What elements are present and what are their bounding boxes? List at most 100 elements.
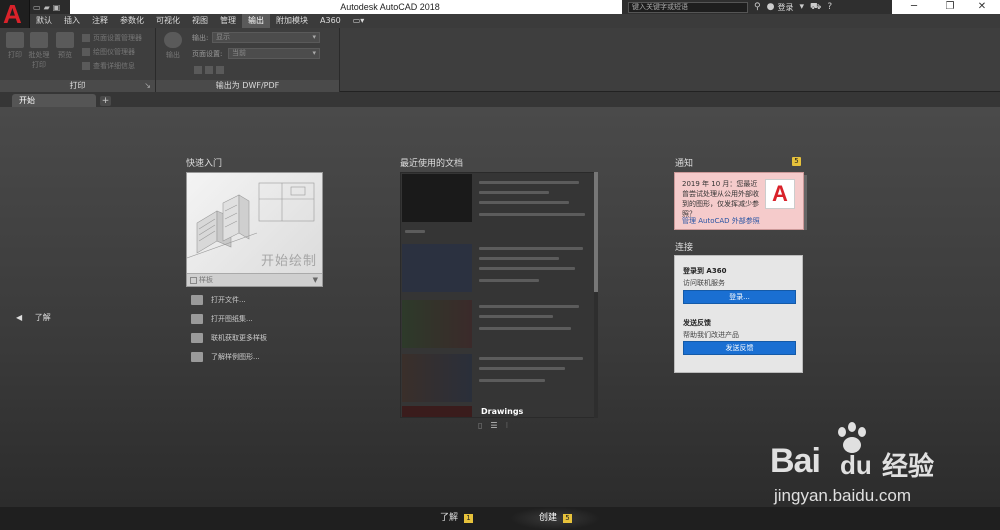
scrollbar-thumb[interactable]: [594, 172, 598, 292]
bottom-tab-learn[interactable]: 了解 1: [440, 507, 474, 530]
export-panel: 输出 输出: 显示 ▾ 页面设置: 当前 ▾ 输出为 DWF/PDF: [156, 28, 340, 92]
tab-insert[interactable]: 插入: [58, 14, 86, 28]
recent-thumbnail: [402, 406, 472, 417]
autocad-logo-icon: A: [765, 179, 795, 209]
tab-default[interactable]: 默认: [30, 14, 58, 28]
plotter-manager-button[interactable]: 绘图仪管理器: [82, 47, 135, 57]
tab-view[interactable]: 视图: [186, 14, 214, 28]
login-button[interactable]: 登录: [777, 2, 793, 13]
ribbon-toggle-icon[interactable]: ▭▾: [347, 14, 371, 28]
watermark-brand-suffix: du: [840, 450, 872, 480]
recent-item[interactable]: [401, 243, 591, 293]
print-panel: 打印 批处理打印 预览 页面设置管理器 绘图仪管理器 查看详细信息 打印 ↘: [0, 28, 156, 92]
recent-item[interactable]: [401, 173, 591, 223]
watermark-url: jingyan.baidu.com: [774, 486, 912, 505]
printer-icon: [6, 32, 24, 48]
close-button[interactable]: ✕: [964, 0, 1000, 14]
recent-thumbnail: [402, 354, 472, 402]
tab-annotate[interactable]: 注释: [86, 14, 114, 28]
tab-addins[interactable]: 附加模块: [270, 14, 314, 28]
chevron-down-icon: ▼: [312, 276, 318, 284]
page-setup-manager-button[interactable]: 页面设置管理器: [82, 33, 142, 43]
recent-item[interactable]: [401, 226, 591, 238]
notification-scrollbar[interactable]: [804, 175, 807, 230]
export-button[interactable]: 输出: [161, 32, 185, 60]
recent-scrollbar[interactable]: [594, 172, 598, 418]
title-bar-tools: 键入关键字或短语 ⚲ ● 登录 ▾ ⛟ ?: [622, 0, 892, 14]
chevron-down-icon: ▾: [312, 49, 316, 57]
cart-icon[interactable]: ⛟: [810, 2, 821, 13]
tab-output[interactable]: 输出: [242, 14, 270, 28]
list-thumbnail-view-icon[interactable]: ☰: [490, 421, 497, 430]
connect-card: 登录到 A360 访问联机服务 登录... 发送反馈 帮助我们改进产品 发送反馈: [674, 255, 803, 373]
template-icon: [190, 277, 197, 284]
help-icon[interactable]: ?: [827, 2, 832, 12]
send-feedback-button[interactable]: 发送反馈: [683, 341, 796, 355]
recent-thumbnail: [402, 174, 472, 222]
search-input[interactable]: 键入关键字或短语: [628, 1, 748, 13]
new-tab-button[interactable]: +: [100, 96, 111, 106]
open-files-link[interactable]: 打开文件...: [191, 293, 246, 307]
file-tab-bar: 开始 +: [0, 92, 1000, 107]
create-badge: 5: [563, 514, 573, 523]
bottom-tab-bar: 了解 1 创建 5: [0, 507, 1000, 530]
preview-button[interactable]: 预览: [53, 32, 77, 60]
baidu-watermark: Bai du 经验 jingyan.baidu.com: [770, 420, 990, 510]
bottom-tab-create[interactable]: 创建 5: [539, 507, 573, 530]
feedback-subtitle: 帮助我们改进产品: [683, 331, 739, 339]
notification-message: 2019 年 10 月：您最近曾尝试处理从公用外部收到的图形，仅发挥减少参照？: [682, 180, 759, 218]
explore-sample-drawings-link[interactable]: 了解样例图形...: [191, 350, 260, 364]
recent-thumbnail: [402, 300, 472, 348]
recent-item[interactable]: [401, 299, 591, 349]
start-drawing-illustration: 开始绘制: [187, 173, 322, 273]
quick-start-title: 快速入门: [186, 159, 223, 169]
notifications-badge: 5: [792, 157, 801, 166]
open-sheet-set-link[interactable]: 打开图纸集...: [191, 312, 253, 326]
tab-start[interactable]: 开始: [12, 94, 96, 107]
export-panel-title: 输出为 DWF/PDF: [156, 80, 339, 92]
batch-printer-icon: [30, 32, 48, 48]
recent-item[interactable]: Drawings: [401, 405, 591, 417]
ribbon: 打印 批处理打印 预览 页面设置管理器 绘图仪管理器 查看详细信息 打印 ↘ 输…: [0, 28, 1000, 92]
tab-parametric[interactable]: 参数化: [114, 14, 150, 28]
tab-a360[interactable]: A360: [314, 14, 347, 28]
watermark-brand: Bai: [770, 442, 821, 480]
tab-manage[interactable]: 管理: [214, 14, 242, 28]
panel-expand-icon[interactable]: ↘: [144, 80, 151, 92]
recent-thumbnail: [402, 244, 472, 292]
output-select[interactable]: 显示 ▾: [212, 32, 320, 43]
tab-visualize[interactable]: 可视化: [150, 14, 186, 28]
page-setup-icon: [82, 34, 90, 42]
learn-side-link[interactable]: ◀ 了解: [16, 312, 51, 323]
start-drawing-label: 开始绘制: [260, 254, 317, 269]
user-icon[interactable]: ●: [767, 2, 775, 12]
sample-drawing-icon: [191, 352, 203, 362]
chevron-down-icon[interactable]: ▾: [799, 2, 804, 12]
start-drawing-card[interactable]: 开始绘制 样板 ▼: [186, 172, 323, 287]
minimize-button[interactable]: ─: [896, 0, 932, 14]
a360-login-button[interactable]: 登录...: [683, 290, 796, 304]
get-more-templates-link[interactable]: 联机获取更多样板: [191, 331, 267, 345]
notification-card[interactable]: 2019 年 10 月：您最近曾尝试处理从公用外部收到的图形，仅发挥减少参照？ …: [674, 172, 804, 230]
view-details-button[interactable]: 查看详细信息: [82, 61, 135, 71]
connect-title: 连接: [675, 243, 694, 253]
page-setup-select[interactable]: 当前 ▾: [228, 48, 320, 59]
preview-small-icon[interactable]: [194, 66, 202, 74]
options-small-icon[interactable]: [205, 66, 213, 74]
batch-plot-button[interactable]: 批处理打印: [27, 32, 51, 70]
binoculars-icon[interactable]: ⚲: [754, 2, 761, 12]
plotter-icon: [82, 48, 90, 56]
plot-button[interactable]: 打印: [3, 32, 27, 60]
manage-xrefs-link[interactable]: 管理 AutoCAD 外部参照: [682, 216, 760, 226]
recent-item[interactable]: [401, 353, 591, 403]
restore-button[interactable]: ❐: [932, 0, 968, 14]
large-thumbnail-view-icon[interactable]: ▯: [478, 421, 482, 430]
a360-heading: 登录到 A360: [683, 267, 727, 275]
markup-small-icon[interactable]: [216, 66, 224, 74]
list-view-icon[interactable]: ⁝: [506, 421, 509, 430]
chevron-down-icon: ▾: [312, 33, 316, 41]
template-select[interactable]: 样板 ▼: [187, 273, 322, 286]
recent-documents-list: Drawings: [400, 172, 597, 418]
notifications-title: 通知: [675, 159, 694, 169]
templates-icon: [191, 333, 203, 343]
